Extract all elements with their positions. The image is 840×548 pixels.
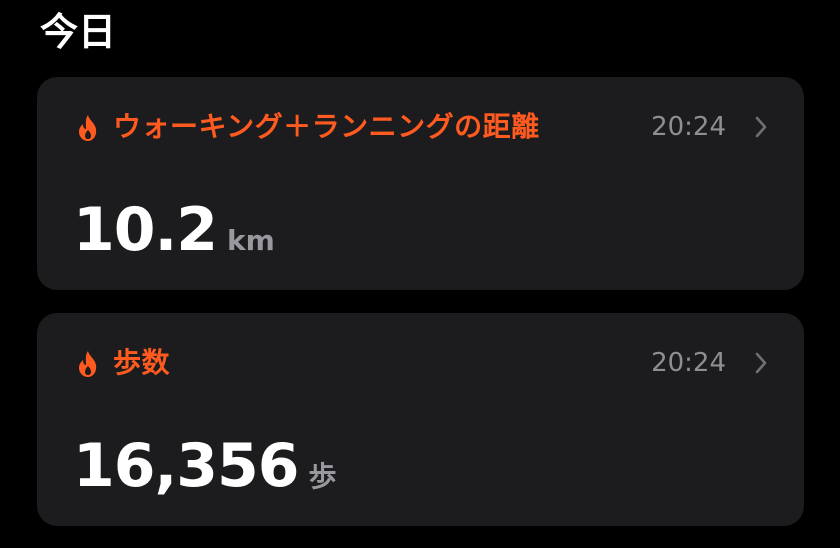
- flame-icon: [79, 351, 97, 377]
- steps-value: 16,356: [73, 431, 300, 501]
- distance-value-row: 10.2 km: [73, 195, 275, 265]
- chevron-right-icon: [755, 352, 767, 374]
- card-timestamp: 20:24: [651, 112, 726, 142]
- steps-value-row: 16,356 歩: [73, 431, 337, 501]
- section-title: 今日: [40, 10, 117, 54]
- card-header: 歩数 20:24: [79, 343, 776, 383]
- card-title: 歩数: [113, 346, 171, 379]
- chevron-right-icon: [755, 116, 767, 138]
- card-title: ウォーキング＋ランニングの距離: [113, 110, 540, 143]
- distance-value: 10.2: [73, 195, 218, 265]
- walking-running-distance-card[interactable]: ウォーキング＋ランニングの距離 20:24 10.2 km: [37, 77, 804, 290]
- card-timestamp: 20:24: [651, 348, 726, 378]
- flame-icon: [79, 115, 97, 141]
- steps-unit: 歩: [308, 460, 337, 493]
- card-header: ウォーキング＋ランニングの距離 20:24: [79, 107, 776, 147]
- distance-unit: km: [227, 224, 275, 257]
- steps-card[interactable]: 歩数 20:24 16,356 歩: [37, 313, 804, 526]
